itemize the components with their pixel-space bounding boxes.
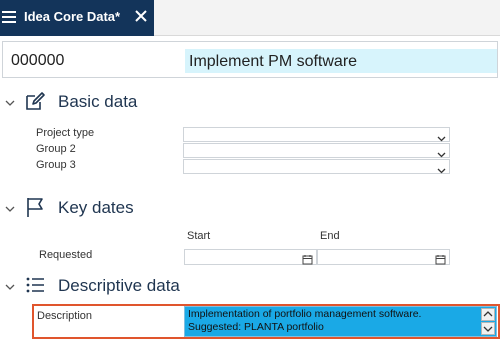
description-line-1: Implementation of portfolio management s…	[188, 308, 422, 320]
chevron-down-icon	[437, 146, 446, 158]
calendar-icon[interactable]	[435, 252, 446, 265]
requested-start-date-field[interactable]	[184, 249, 317, 265]
close-icon[interactable]	[134, 9, 148, 23]
scroll-up-button[interactable]	[481, 308, 495, 321]
chevron-down-icon	[437, 130, 446, 142]
record-name-field[interactable]: Implement PM software	[185, 49, 497, 73]
chevron-down-icon	[437, 162, 446, 174]
list-icon	[24, 274, 46, 296]
edit-icon	[24, 90, 46, 112]
field-label-group-3: Group 3	[36, 159, 76, 171]
group-2-select[interactable]	[183, 143, 450, 158]
description-textarea[interactable]: Implementation of portfolio management s…	[184, 306, 497, 337]
section-title: Basic data	[58, 92, 138, 111]
hamburger-menu-icon[interactable]	[2, 10, 16, 24]
tab-idea-core-data[interactable]: Idea Core Data*	[0, 0, 154, 36]
section-title: Key dates	[58, 198, 134, 217]
scroll-down-button[interactable]	[481, 322, 495, 335]
chevron-down-icon[interactable]	[4, 280, 16, 292]
chevron-down-icon[interactable]	[4, 202, 16, 214]
requested-end-date-field[interactable]	[317, 249, 450, 265]
tab-title: Idea Core Data*	[24, 9, 121, 24]
section-key-dates-header[interactable]: Key dates	[0, 196, 500, 222]
chevron-down-icon[interactable]	[4, 96, 16, 108]
group-3-select[interactable]	[183, 159, 450, 174]
flag-icon	[24, 196, 46, 218]
column-label-end: End	[320, 230, 340, 242]
field-label-description: Description	[37, 310, 93, 322]
description-line-2: Suggested: PLANTA portfolio	[188, 321, 324, 333]
row-label-requested: Requested	[39, 249, 93, 261]
field-label-group-2: Group 2	[36, 143, 76, 155]
record-id: 000000	[11, 52, 65, 69]
calendar-icon[interactable]	[302, 252, 313, 265]
project-type-select[interactable]	[183, 127, 450, 142]
section-title: Descriptive data	[58, 276, 180, 295]
section-basic-data-header[interactable]: Basic data	[0, 90, 500, 116]
field-label-project-type: Project type	[36, 127, 95, 139]
tab-bar: Idea Core Data*	[0, 0, 500, 36]
column-label-start: Start	[187, 230, 211, 242]
section-descriptive-data-header[interactable]: Descriptive data	[0, 274, 500, 300]
record-header: 000000 Implement PM software	[2, 41, 498, 78]
